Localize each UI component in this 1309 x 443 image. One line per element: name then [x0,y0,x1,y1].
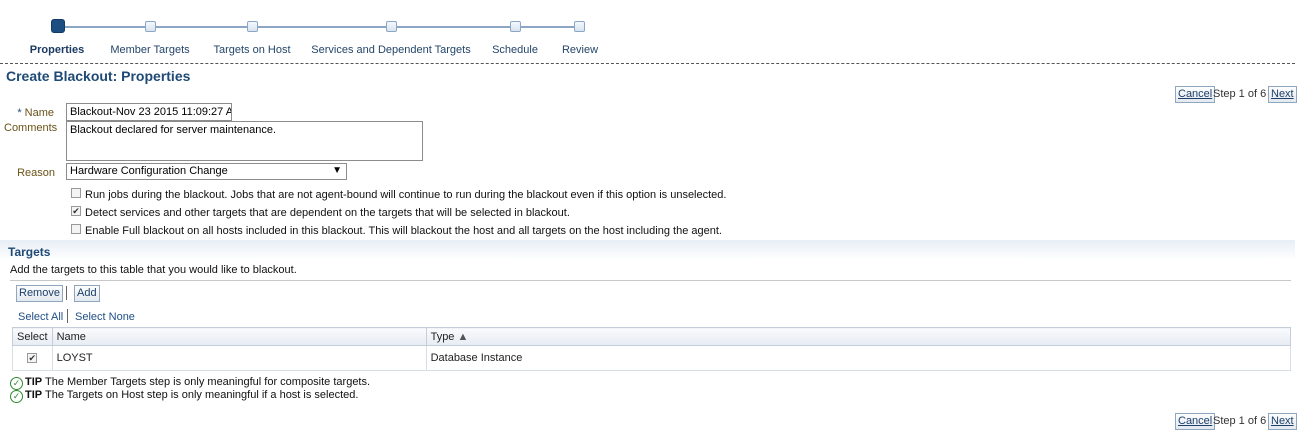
row-name: LOYST [51,345,427,371]
tip-member-targets: ✓ TIP The Member Targets step is only mea… [10,376,370,390]
train-line [57,26,580,28]
divider [0,63,1295,64]
train-node-schedule[interactable] [510,21,521,32]
detect-services-checkbox[interactable]: ✔ [71,206,81,216]
remove-button[interactable]: Remove [16,285,63,302]
targets-table: Select Name Type ▲ ✔ LOYST Database Inst… [12,327,1292,371]
name-input[interactable]: Blackout-Nov 23 2015 11:09:27 AM [66,103,232,121]
train-step-schedule[interactable]: Schedule [492,44,538,56]
step-indicator-top: Step 1 of 6 [1213,88,1267,100]
table-row: ✔ LOYST Database Instance [12,345,1292,371]
train-step-targets-on-host[interactable]: Targets on Host [213,44,290,56]
run-jobs-label: Run jobs during the blackout. Jobs that … [85,189,727,201]
reason-label: Reason [17,167,55,179]
train-node-services[interactable] [386,21,397,32]
column-select: Select [12,327,53,346]
next-button-bottom[interactable]: Next [1268,413,1297,430]
targets-section-bar [0,240,1295,260]
train-step-services[interactable]: Services and Dependent Targets [311,44,470,56]
train-node-targets-on-host[interactable] [247,21,258,32]
reason-selected-value: Hardware Configuration Change [70,165,228,177]
train-node-member-targets[interactable] [145,21,156,32]
page-title: Create Blackout: Properties [6,68,191,84]
column-type[interactable]: Type ▲ [425,327,1292,346]
tip-check-icon: ✓ [10,390,23,403]
row-select-checkbox[interactable]: ✔ [27,353,38,363]
run-jobs-checkbox[interactable] [71,188,81,198]
targets-heading: Targets [8,245,51,259]
dropdown-arrow-icon: ▼ [332,165,342,176]
select-none-link[interactable]: Select None [75,311,135,323]
cancel-button-bottom[interactable]: Cancel [1175,413,1216,430]
train-node-properties [51,19,65,33]
column-name[interactable]: Name [51,327,427,346]
column-type-label: Type [430,330,455,343]
comments-text: Blackout declared for server maintenance… [70,124,277,136]
row-type: Database Instance [425,345,1292,371]
comments-textarea[interactable]: Blackout declared for server maintenance… [66,121,423,161]
train-step-member-targets[interactable]: Member Targets [110,44,189,56]
tip-targets-on-host: ✓ TIP The Targets on Host step is only me… [10,389,358,403]
step-indicator-bottom: Step 1 of 6 [1213,415,1267,427]
targets-description: Add the targets to this table that you w… [10,264,297,276]
train-step-review[interactable]: Review [562,44,598,56]
full-blackout-label: Enable Full blackout on all hosts includ… [85,225,722,237]
select-all-link[interactable]: Select All [18,311,63,323]
next-button-top[interactable]: Next [1268,86,1297,103]
name-label: * Name [17,107,54,119]
link-separator [67,309,68,323]
full-blackout-checkbox[interactable] [71,224,81,234]
table-header-row: Select Name Type ▲ [12,327,1292,346]
train-node-review[interactable] [574,21,585,32]
detect-services-label: Detect services and other targets that a… [85,207,570,219]
reason-select[interactable]: Hardware Configuration Change ▼ [66,163,347,180]
cancel-button-top[interactable]: Cancel [1175,86,1216,103]
sort-ascending-icon[interactable]: ▲ [458,331,469,343]
row-select-cell: ✔ [12,345,53,371]
comments-label: Comments [4,122,58,134]
toolbar-separator [66,286,67,300]
targets-divider [10,280,1291,281]
train-step-properties: Properties [29,44,85,56]
add-button[interactable]: Add [74,285,100,302]
